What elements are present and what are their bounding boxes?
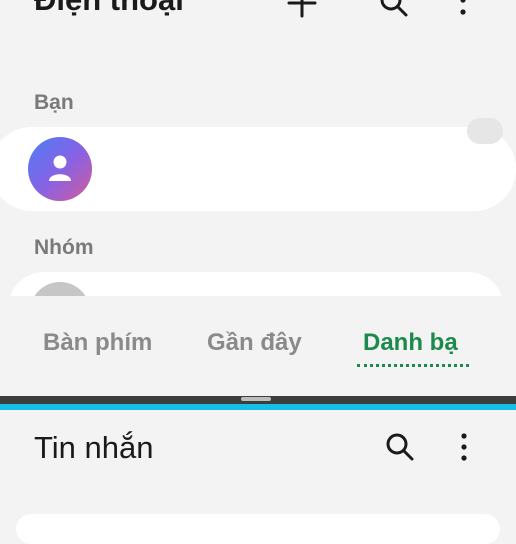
messages-more-options-button[interactable]: [454, 432, 474, 462]
messages-search-button[interactable]: [385, 432, 415, 462]
active-tab-indicator: [357, 364, 469, 367]
person-icon: [49, 155, 71, 181]
divider-handle[interactable]: [241, 397, 271, 401]
more-options-button[interactable]: [453, 0, 473, 18]
add-icon: [287, 0, 317, 18]
bottom-tab-bar: Bàn phím Gần đây Danh bạ: [0, 296, 516, 396]
more-vert-icon: [460, 0, 466, 15]
avatar: [28, 137, 92, 201]
add-button[interactable]: [287, 0, 317, 18]
search-icon: [380, 0, 408, 17]
split-screen-divider[interactable]: [0, 396, 516, 410]
search-icon: [386, 433, 414, 461]
message-list-card[interactable]: [16, 514, 500, 544]
section-label-groups: Nhóm: [34, 236, 94, 259]
messages-app-pane: Tin nhắn: [0, 410, 516, 544]
app-title: Điện thoại: [34, 0, 184, 18]
section-label-friends: Bạn: [34, 91, 74, 114]
tab-keypad[interactable]: Bàn phím: [43, 329, 152, 357]
phone-app-pane: Điện thoại Bạn Nhóm Bàn phím Gần đây Dan…: [0, 0, 516, 396]
messages-title: Tin nhắn: [34, 430, 154, 465]
search-button[interactable]: [379, 0, 409, 18]
scroll-indicator[interactable]: [467, 118, 503, 144]
tab-recents[interactable]: Gần đây: [207, 329, 302, 357]
more-vert-icon: [461, 433, 467, 461]
tab-contacts[interactable]: Danh bạ: [363, 329, 458, 357]
